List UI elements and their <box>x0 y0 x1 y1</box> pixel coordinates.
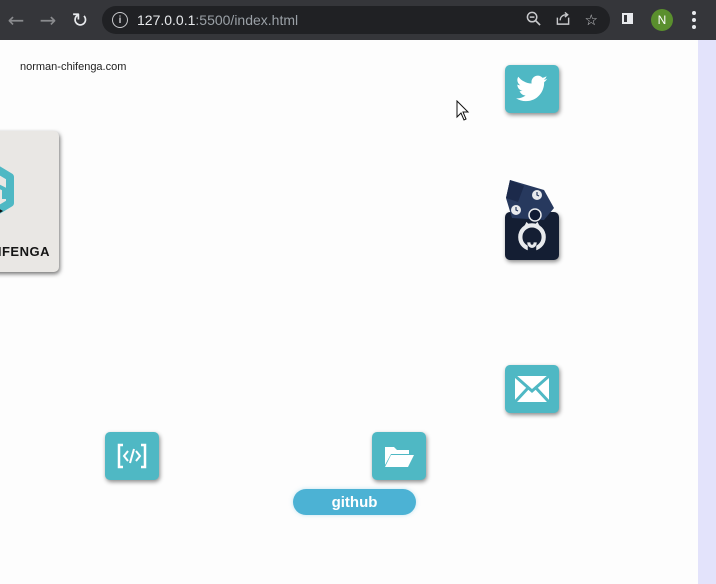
back-button[interactable]: ← <box>0 0 32 40</box>
logo-text: IFENGA <box>0 244 50 259</box>
logo-hexagon-icon <box>0 166 14 214</box>
side-panel-icon[interactable] <box>622 13 633 24</box>
twitter-bird-icon <box>516 75 548 102</box>
email-button[interactable] <box>505 365 559 413</box>
github-label[interactable]: github <box>293 489 416 515</box>
folder-open-icon <box>385 447 414 467</box>
browser-menu-icon[interactable] <box>688 11 700 29</box>
reload-button[interactable]: ↻ <box>64 0 96 40</box>
folder-button[interactable] <box>372 432 426 480</box>
site-name: norman-chifenga.com <box>20 61 127 73</box>
profile-avatar[interactable]: N <box>651 9 673 31</box>
decorative-overlay-icon <box>506 180 554 222</box>
url-text[interactable]: 127.0.0.1:5500/index.html <box>137 12 298 28</box>
envelope-icon <box>514 375 550 403</box>
reload-icon: ↻ <box>71 8 89 32</box>
code-icon <box>117 443 147 469</box>
browser-toolbar: ← → ↻ i 127.0.0.1:5500/index.html ☆ N <box>0 0 716 40</box>
share-icon[interactable] <box>555 11 571 30</box>
mouse-cursor-icon <box>456 100 470 121</box>
github-octocat-icon <box>518 221 546 252</box>
zoom-icon[interactable] <box>526 11 541 30</box>
logo-card[interactable]: IFENGA <box>0 131 59 272</box>
bookmark-star-icon[interactable]: ☆ <box>585 11 598 29</box>
twitter-button[interactable] <box>505 65 559 113</box>
site-info-icon[interactable]: i <box>112 12 128 28</box>
forward-button[interactable]: → <box>32 0 64 40</box>
arrow-left-icon: ← <box>7 8 25 32</box>
arrow-right-icon: → <box>39 8 57 32</box>
code-button[interactable] <box>105 432 159 480</box>
address-bar[interactable]: i 127.0.0.1:5500/index.html ☆ <box>102 6 610 34</box>
scrollbar[interactable] <box>698 40 716 584</box>
